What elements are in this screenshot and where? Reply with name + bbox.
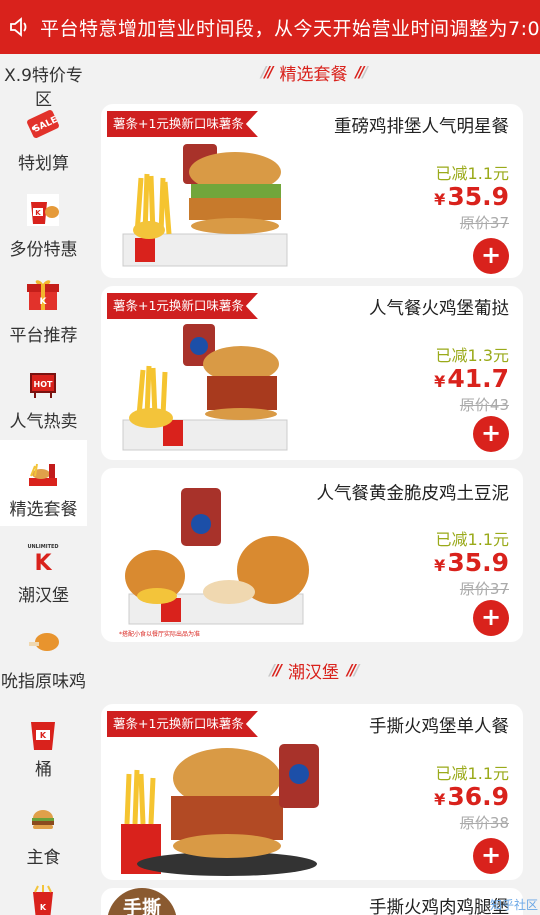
product-image — [121, 744, 319, 876]
sidebar-item-label: 桶 — [35, 760, 52, 780]
bucket-chicken-icon: K — [27, 194, 59, 226]
section-header-combo: /// 精选套餐 /// — [87, 54, 540, 90]
product-card[interactable]: 手撕 手撕火鸡肉鸡腿堡 — [101, 888, 523, 915]
gift-box-icon: K — [27, 280, 59, 310]
section-title: 精选套餐 — [279, 64, 348, 85]
product-image: *搭配小食以餐厅实际出品为准 — [119, 488, 309, 638]
product-name: 人气餐黄金脆皮鸡土豆泥 — [316, 484, 510, 504]
sidebar-item-label: 精选套餐 — [9, 500, 78, 520]
sidebar-item-label: 平台推荐 — [9, 326, 78, 346]
add-to-cart-button[interactable]: + — [473, 600, 509, 636]
category-sidebar: X.9特价专区 SALE 特划算 K 多份特惠 K 平台推荐 HOT 人气热卖 … — [0, 54, 87, 915]
sidebar-item-staple[interactable]: 主食 — [0, 798, 87, 878]
speaker-icon — [0, 0, 40, 54]
promo-tag: 薯条+1元换新口味薯条 — [107, 293, 258, 319]
product-list: /// 精选套餐 /// 薯条+1元换新口味薯条 重磅鸡排堡人气明星餐 已减1.… — [87, 54, 540, 915]
sidebar-item-original-chicken[interactable]: 吮指原味鸡 — [0, 620, 87, 712]
sidebar-item-trend-burger[interactable]: UNLIMITED K 潮汉堡 — [0, 534, 87, 614]
add-to-cart-button[interactable]: + — [473, 416, 509, 452]
product-name: 人气餐火鸡堡葡挞 — [369, 299, 509, 319]
sidebar-item-bucket[interactable]: K 桶 — [0, 714, 87, 794]
svg-text:K: K — [40, 903, 47, 912]
sidebar-item-bargain[interactable]: SALE 特划算 — [0, 104, 87, 180]
product-card[interactable]: 薯条+1元换新口味薯条 手撕火鸡堡单人餐 已减1.1元 ¥36.9 原价38 + — [101, 704, 523, 880]
watermark: 知乎社区 — [489, 898, 538, 912]
product-name: 手撕火鸡肉鸡腿堡 — [369, 898, 509, 915]
section-header-trend-burger: /// 潮汉堡 /// — [87, 652, 540, 688]
sidebar-item-label: 特划算 — [18, 154, 69, 174]
svg-text:*搭配小食以餐厅实际出品为准: *搭配小食以餐厅实际出品为准 — [119, 630, 200, 638]
sidebar-item-label: X.9特价专区 — [4, 66, 83, 110]
product-image — [122, 144, 288, 267]
add-to-cart-button[interactable]: + — [473, 838, 509, 874]
announcement-banner[interactable]: 平台特意增加营业时间段，从今天开始营业时间调整为7:0 — [0, 0, 540, 54]
discount-text: 已减1.3元 — [435, 346, 509, 365]
discount-text: 已减1.1元 — [435, 764, 509, 783]
svg-text:K: K — [35, 209, 41, 217]
svg-text:HOT: HOT — [34, 380, 53, 389]
sidebar-item-label: 主食 — [26, 848, 61, 868]
product-card[interactable]: 薯条+1元换新口味薯条 重磅鸡排堡人气明星餐 已减1.1元 ¥35.9 原价37… — [101, 104, 523, 278]
combo-meal-icon — [29, 463, 57, 486]
add-to-cart-button[interactable]: + — [473, 238, 509, 274]
section-title: 潮汉堡 — [288, 662, 339, 683]
product-card[interactable]: 人气餐黄金脆皮鸡土豆泥 *搭配小食以餐厅实际出品为准 已减1.1元 ¥35.9 … — [101, 468, 523, 642]
product-card[interactable]: 薯条+1元换新口味薯条 人气餐火鸡堡葡挞 已减1.3元 ¥41.7 原价43 + — [101, 286, 523, 460]
svg-text:UNLIMITED: UNLIMITED — [27, 544, 58, 550]
discount-text: 已减1.1元 — [435, 530, 509, 549]
product-name: 手撕火鸡堡单人餐 — [369, 717, 509, 737]
product-image — [122, 324, 288, 451]
svg-text:K: K — [34, 551, 52, 576]
sidebar-item-label: 潮汉堡 — [18, 586, 69, 606]
original-price: 原价37 — [459, 214, 509, 232]
product-price: ¥35.9 — [434, 548, 509, 577]
sidebar-item-more[interactable]: K — [0, 884, 87, 915]
sidebar-item-multi-deal[interactable]: K 多份特惠 — [0, 188, 87, 268]
bucket-icon: K — [33, 885, 53, 915]
product-price: ¥36.9 — [434, 782, 509, 811]
product-name: 重磅鸡排堡人气明星餐 — [334, 117, 509, 137]
original-price: 原价37 — [459, 580, 509, 598]
sale-tag-icon: SALE — [27, 110, 59, 138]
sidebar-item-label: 多份特惠 — [9, 240, 78, 260]
product-badge: 手撕 — [107, 888, 177, 915]
product-price: ¥41.7 — [434, 364, 509, 393]
original-price: 原价43 — [459, 396, 509, 414]
hot-sign-icon: HOT — [30, 373, 56, 398]
discount-text: 已减1.1元 — [435, 164, 509, 183]
bucket-icon: K — [31, 722, 55, 750]
sidebar-item-label: 吮指原味鸡 — [1, 672, 86, 692]
fried-chicken-icon — [29, 633, 59, 651]
sidebar-item-label: 人气热卖 — [9, 412, 78, 432]
unlimited-logo-icon: UNLIMITEDK — [27, 544, 58, 576]
sidebar-item-platform-pick[interactable]: K 平台推荐 — [0, 272, 87, 352]
announcement-text: 平台特意增加营业时间段，从今天开始营业时间调整为7:0 — [40, 17, 540, 40]
product-price: ¥35.9 — [434, 182, 509, 211]
original-price: 原价38 — [459, 814, 509, 832]
sidebar-item-hot-sale[interactable]: HOT 人气热卖 — [0, 364, 87, 440]
svg-text:K: K — [40, 731, 47, 740]
svg-text:K: K — [40, 297, 48, 307]
burger-icon — [32, 810, 54, 829]
sidebar-item-combo[interactable]: 精选套餐 — [0, 440, 87, 526]
promo-tag: 薯条+1元换新口味薯条 — [107, 111, 258, 137]
